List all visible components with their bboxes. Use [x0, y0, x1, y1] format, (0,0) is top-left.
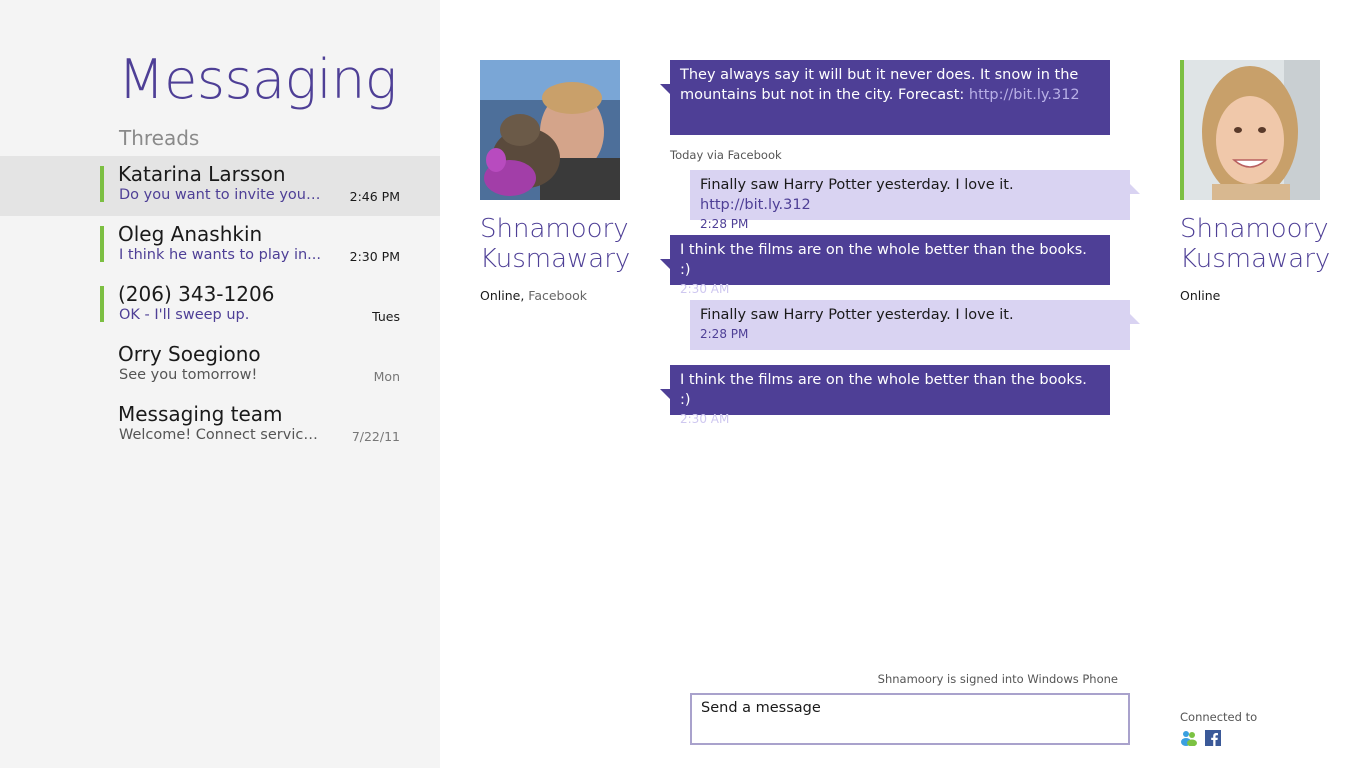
- contact-last-name: Kusmawary: [1180, 244, 1331, 274]
- thread-time: Mon: [373, 369, 400, 384]
- message-time: 2:30 AM: [680, 282, 730, 296]
- thread-name: Oleg Anashkin: [118, 222, 263, 246]
- message-text: I think the films are on the whole bette…: [680, 242, 1087, 278]
- thread-item-katarina-larsson[interactable]: Katarina Larsson Do you want to invite y…: [0, 156, 440, 216]
- message-outgoing[interactable]: Finally saw Harry Potter yesterday. I lo…: [690, 300, 1140, 350]
- contact-card-right: Shnamoory Kusmawary Online: [1180, 60, 1330, 303]
- contact-status-left: Online, Facebook: [480, 288, 630, 303]
- unread-indicator: [100, 166, 104, 202]
- signed-in-notice: Shnamoory is signed into Windows Phone: [877, 672, 1118, 686]
- presence-text: Online,: [480, 288, 525, 303]
- thread-name: Katarina Larsson: [118, 162, 286, 186]
- app-title: Messaging: [118, 48, 397, 111]
- messenger-icon[interactable]: [1181, 730, 1197, 746]
- message-incoming[interactable]: I think the films are on the whole bette…: [660, 235, 1110, 296]
- threads-heading: Threads: [119, 126, 200, 150]
- message-text: They always say it will but it never doe…: [680, 67, 1079, 83]
- thread-time: Tues: [372, 309, 400, 324]
- unread-indicator: [100, 286, 104, 322]
- thread-preview: I think he wants to play in...: [119, 247, 322, 263]
- threads-pane: Messaging Threads Katarina Larsson Do yo…: [0, 0, 440, 768]
- message-text-line2: mountains but not in the city. Forecast:…: [680, 85, 1100, 105]
- girl-portrait-photo: [1184, 60, 1320, 200]
- message-incoming[interactable]: They always say it will but it never doe…: [660, 60, 1110, 135]
- message-text: I think the films are on the whole bette…: [680, 372, 1087, 408]
- connected-services: [1181, 730, 1221, 746]
- thread-item-orry-soegiono[interactable]: Orry Soegiono See you tomorrow! Mon: [0, 336, 440, 396]
- thread-preview: Welcome! Connect services...: [119, 427, 324, 443]
- message-incoming[interactable]: I think the films are on the whole bette…: [660, 365, 1110, 426]
- thread-list: Katarina Larsson Do you want to invite y…: [0, 156, 440, 456]
- thread-item-messaging-team[interactable]: Messaging team Welcome! Connect services…: [0, 396, 440, 456]
- message-text-part: mountains but not in the city. Forecast:: [680, 87, 969, 103]
- contact-first-name: Shnamoory: [1180, 214, 1329, 244]
- contact-card-left: Shnamoory Kusmawary Online, Facebook: [480, 60, 630, 303]
- contact-photo-right[interactable]: [1180, 60, 1320, 200]
- message-text: Finally saw Harry Potter yesterday. I lo…: [700, 307, 1014, 323]
- thread-item-phone-number[interactable]: (206) 343-1206 OK - I'll sweep up. Tues: [0, 276, 440, 336]
- message-body: Finally saw Harry Potter yesterday. I lo…: [700, 175, 1120, 215]
- unread-indicator: [100, 226, 104, 262]
- thread-preview: See you tomorrow!: [119, 367, 258, 383]
- thread-name: Orry Soegiono: [118, 342, 261, 366]
- thread-preview: Do you want to invite your f...: [119, 187, 324, 203]
- message-text: Finally saw Harry Potter yesterday. I lo…: [700, 177, 1014, 193]
- contact-status-right: Online: [1180, 288, 1221, 303]
- facebook-icon[interactable]: [1205, 730, 1221, 746]
- thread-name: (206) 343-1206: [118, 282, 275, 306]
- presence-service: Facebook: [528, 288, 588, 303]
- message-meta: Today via Facebook: [670, 148, 782, 162]
- thread-item-oleg-anashkin[interactable]: Oleg Anashkin I think he wants to play i…: [0, 216, 440, 276]
- thread-time: 2:30 PM: [349, 249, 400, 264]
- message-outgoing[interactable]: Finally saw Harry Potter yesterday. I lo…: [690, 170, 1140, 231]
- message-time: 2:28 PM: [700, 327, 749, 341]
- man-with-cat-photo: [480, 60, 620, 200]
- message-link[interactable]: http://bit.ly.312: [969, 87, 1080, 103]
- thread-time: 2:46 PM: [349, 189, 400, 204]
- thread-time: 7/22/11: [351, 429, 400, 444]
- connected-label: Connected to: [1180, 710, 1258, 724]
- message-link[interactable]: http://bit.ly.312: [700, 197, 811, 213]
- contact-last-name: Kusmawary: [480, 244, 631, 274]
- message-input[interactable]: [690, 693, 1130, 745]
- thread-name: Messaging team: [118, 402, 283, 426]
- contact-first-name: Shnamoory: [480, 214, 629, 244]
- message-time: 2:30 AM: [680, 412, 730, 426]
- thread-preview: OK - I'll sweep up.: [119, 307, 250, 323]
- contact-photo-left[interactable]: [480, 60, 620, 200]
- message-time: 2:28 PM: [700, 217, 749, 231]
